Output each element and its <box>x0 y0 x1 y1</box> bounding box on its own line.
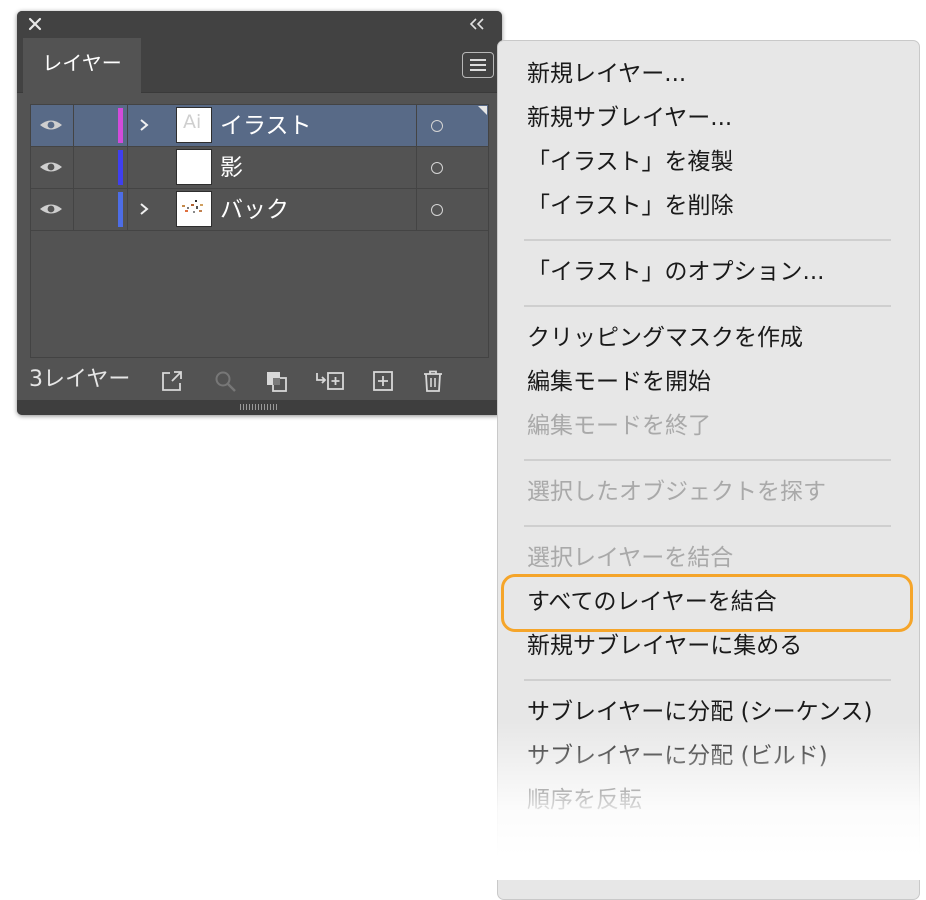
layer-name[interactable]: バック <box>220 195 289 225</box>
menu-item-reverse-order[interactable]: 順序を反転 <box>527 785 642 815</box>
menu-separator <box>524 679 891 681</box>
menu-separator <box>524 525 891 527</box>
new-sublayer-icon[interactable] <box>315 369 345 393</box>
collapse-panel-icon[interactable] <box>468 16 486 32</box>
target-circle-icon[interactable] <box>431 120 443 132</box>
menu-item-new-sublayer[interactable]: 新規サブレイヤー... <box>527 103 732 133</box>
visibility-eye-icon[interactable] <box>39 201 63 217</box>
menu-item-merge-selected: 選択レイヤーを結合 <box>527 545 734 571</box>
thumbnail-art <box>182 200 203 213</box>
export-icon[interactable] <box>160 369 184 393</box>
menu-item-duplicate-layer[interactable]: 「イラスト」を複製 <box>527 147 734 177</box>
search-icon <box>215 371 236 392</box>
hamburger-icon-line <box>470 69 486 71</box>
layer-row-back[interactable]: バック <box>31 189 488 231</box>
layers-panel: レイヤー Ai イラスト 影 バック 3レイヤー <box>17 11 502 415</box>
resize-grip-icon[interactable] <box>240 404 278 410</box>
panel-resize-bar[interactable] <box>17 400 502 415</box>
menu-item-make-clipping-mask[interactable]: クリッピングマスクを作成 <box>527 323 803 353</box>
trash-icon[interactable] <box>421 369 445 393</box>
layer-name[interactable]: イラスト <box>220 111 312 141</box>
layer-thumbnail <box>176 191 212 227</box>
layer-thumbnail: Ai <box>176 107 212 143</box>
close-icon[interactable] <box>26 15 44 33</box>
panel-footer: 3レイヤー <box>17 361 502 399</box>
menu-item-release-sequence[interactable]: サブレイヤーに分配 (シーケンス) <box>527 697 872 727</box>
menu-item-release-build[interactable]: サブレイヤーに分配 (ビルド) <box>527 741 828 771</box>
layer-count: 3レイヤー <box>29 367 131 392</box>
layer-color-swatch <box>118 108 123 143</box>
menu-item-collect-in-new-layer[interactable]: 新規サブレイヤーに集める <box>527 631 802 661</box>
target-circle-icon[interactable] <box>431 162 443 174</box>
hamburger-icon-line <box>470 64 486 66</box>
hamburger-icon-line <box>470 59 486 61</box>
selection-corner-indicator <box>478 106 487 115</box>
thumbnail-text: Ai <box>183 111 202 133</box>
expand-chevron-icon[interactable] <box>138 202 150 216</box>
menu-item-layer-options[interactable]: 「イラスト」のオプション... <box>527 257 824 287</box>
menu-separator <box>524 459 891 461</box>
panel-tab-bar: レイヤー <box>17 38 502 93</box>
layer-color-swatch <box>118 150 123 185</box>
panel-menu-button[interactable] <box>462 52 494 78</box>
layer-color-swatch <box>118 192 123 227</box>
new-layer-icon[interactable] <box>371 369 395 393</box>
layers-flyout-menu: 新規レイヤー... 新規サブレイヤー... 「イラスト」を複製 「イラスト」を削… <box>497 40 920 900</box>
expand-chevron-icon[interactable] <box>138 118 150 132</box>
visibility-eye-icon[interactable] <box>39 159 63 175</box>
layer-name[interactable]: 影 <box>220 153 243 183</box>
menu-item-new-layer[interactable]: 新規レイヤー... <box>527 59 686 89</box>
menu-item-enter-isolation-mode[interactable]: 編集モードを開始 <box>527 367 711 397</box>
menu-separator <box>524 239 891 241</box>
layer-thumbnail <box>176 149 212 185</box>
layer-row-shadow[interactable]: 影 <box>31 147 488 189</box>
menu-item-exit-isolation-mode: 編集モードを終了 <box>527 413 711 439</box>
menu-item-flatten-artwork[interactable]: すべてのレイヤーを結合 <box>527 587 777 617</box>
clipping-mask-icon[interactable] <box>264 369 288 393</box>
layer-list: Ai イラスト 影 バック <box>30 104 489 358</box>
menu-separator <box>524 305 891 307</box>
target-circle-icon[interactable] <box>431 204 443 216</box>
panel-title-bar <box>17 11 502 38</box>
menu-item-locate-object: 選択したオブジェクトを探す <box>527 479 826 505</box>
layer-row-illust[interactable]: Ai イラスト <box>31 105 488 147</box>
tab-layers[interactable]: レイヤー <box>23 38 141 93</box>
menu-item-delete-layer[interactable]: 「イラスト」を削除 <box>527 191 734 221</box>
visibility-eye-icon[interactable] <box>39 117 63 133</box>
